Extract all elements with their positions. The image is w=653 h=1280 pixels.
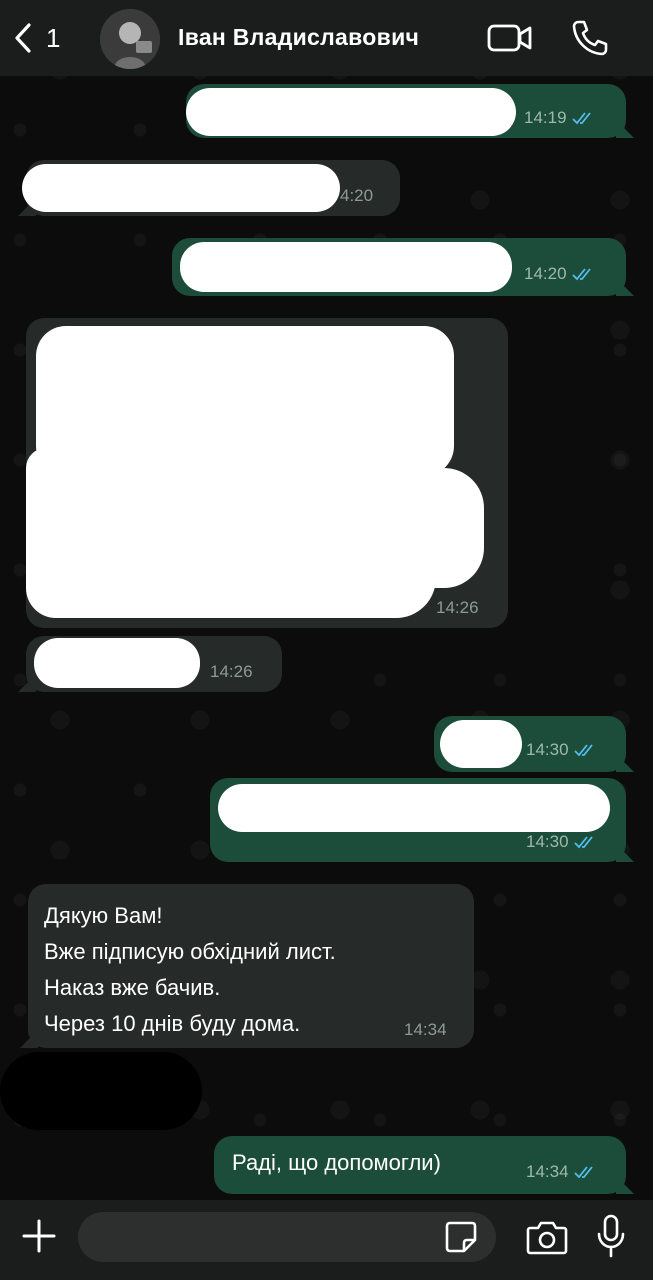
message-line: Вже підписую обхідний лист.: [44, 939, 336, 964]
message-outgoing[interactable]: 14:20: [172, 238, 626, 296]
message-text: Раді, що допомогли): [232, 1150, 441, 1175]
plus-icon[interactable]: [20, 1217, 58, 1255]
contact-name[interactable]: Іван Владиславович: [178, 24, 419, 51]
message-outgoing[interactable]: Раді, що допомогли) 14:34: [214, 1136, 626, 1194]
message-time: 14:20: [524, 264, 567, 283]
redacted-content: [440, 720, 522, 768]
redacted-content: [34, 638, 200, 688]
message-outgoing[interactable]: 14:30: [210, 778, 626, 862]
redacted-content: [180, 242, 512, 292]
read-ticks-icon: [573, 1166, 593, 1179]
message-incoming[interactable]: 14:26: [26, 318, 508, 628]
message-input-bar: [0, 1200, 653, 1280]
redacted-content: [218, 784, 610, 832]
read-ticks-icon: [573, 836, 593, 849]
message-time: 14:26: [210, 662, 253, 681]
message-time: 14:19: [524, 108, 567, 127]
message-time: 4:20: [340, 186, 374, 205]
redacted-content: [326, 468, 484, 588]
message-incoming[interactable]: 4:20: [22, 160, 400, 216]
redacted-content: [22, 164, 340, 212]
read-ticks-icon: [573, 744, 593, 757]
message-outgoing[interactable]: 14:30: [434, 716, 626, 772]
message-outgoing[interactable]: 14:19: [186, 84, 626, 138]
microphone-icon[interactable]: [596, 1214, 626, 1258]
back-button[interactable]: 1: [12, 20, 60, 56]
read-ticks-icon: [571, 268, 591, 281]
contact-avatar[interactable]: [100, 9, 160, 69]
phone-icon[interactable]: [570, 18, 610, 58]
message-line: Через 10 днів буду дома.: [44, 1011, 301, 1036]
message-line: Дякую Вам!: [44, 903, 163, 928]
redacted-content: [186, 88, 516, 136]
redacted-content: [0, 1052, 202, 1130]
message-time: 14:30: [526, 832, 569, 851]
chevron-left-icon: [15, 23, 31, 53]
message-time: 14:30: [526, 740, 569, 759]
message-input[interactable]: [78, 1212, 496, 1262]
message-incoming[interactable]: 14:26: [26, 636, 282, 692]
message-time: 14:34: [526, 1162, 569, 1181]
message-time: 14:26: [436, 598, 479, 617]
message-text: Дякую Вам! Вже підписую обхідний лист. Н…: [44, 898, 336, 1042]
message-incoming[interactable]: Дякую Вам! Вже підписую обхідний лист. Н…: [28, 884, 474, 1048]
video-call-icon[interactable]: [487, 20, 533, 56]
sticker-icon[interactable]: [444, 1220, 478, 1254]
read-ticks-icon: [571, 112, 591, 125]
unread-count: 1: [46, 22, 61, 53]
message-line: Наказ вже бачив.: [44, 975, 221, 1000]
camera-icon[interactable]: [526, 1218, 568, 1256]
chat-header: 1 Іван Владиславович: [0, 0, 653, 76]
message-time: 14:34: [404, 1020, 447, 1039]
